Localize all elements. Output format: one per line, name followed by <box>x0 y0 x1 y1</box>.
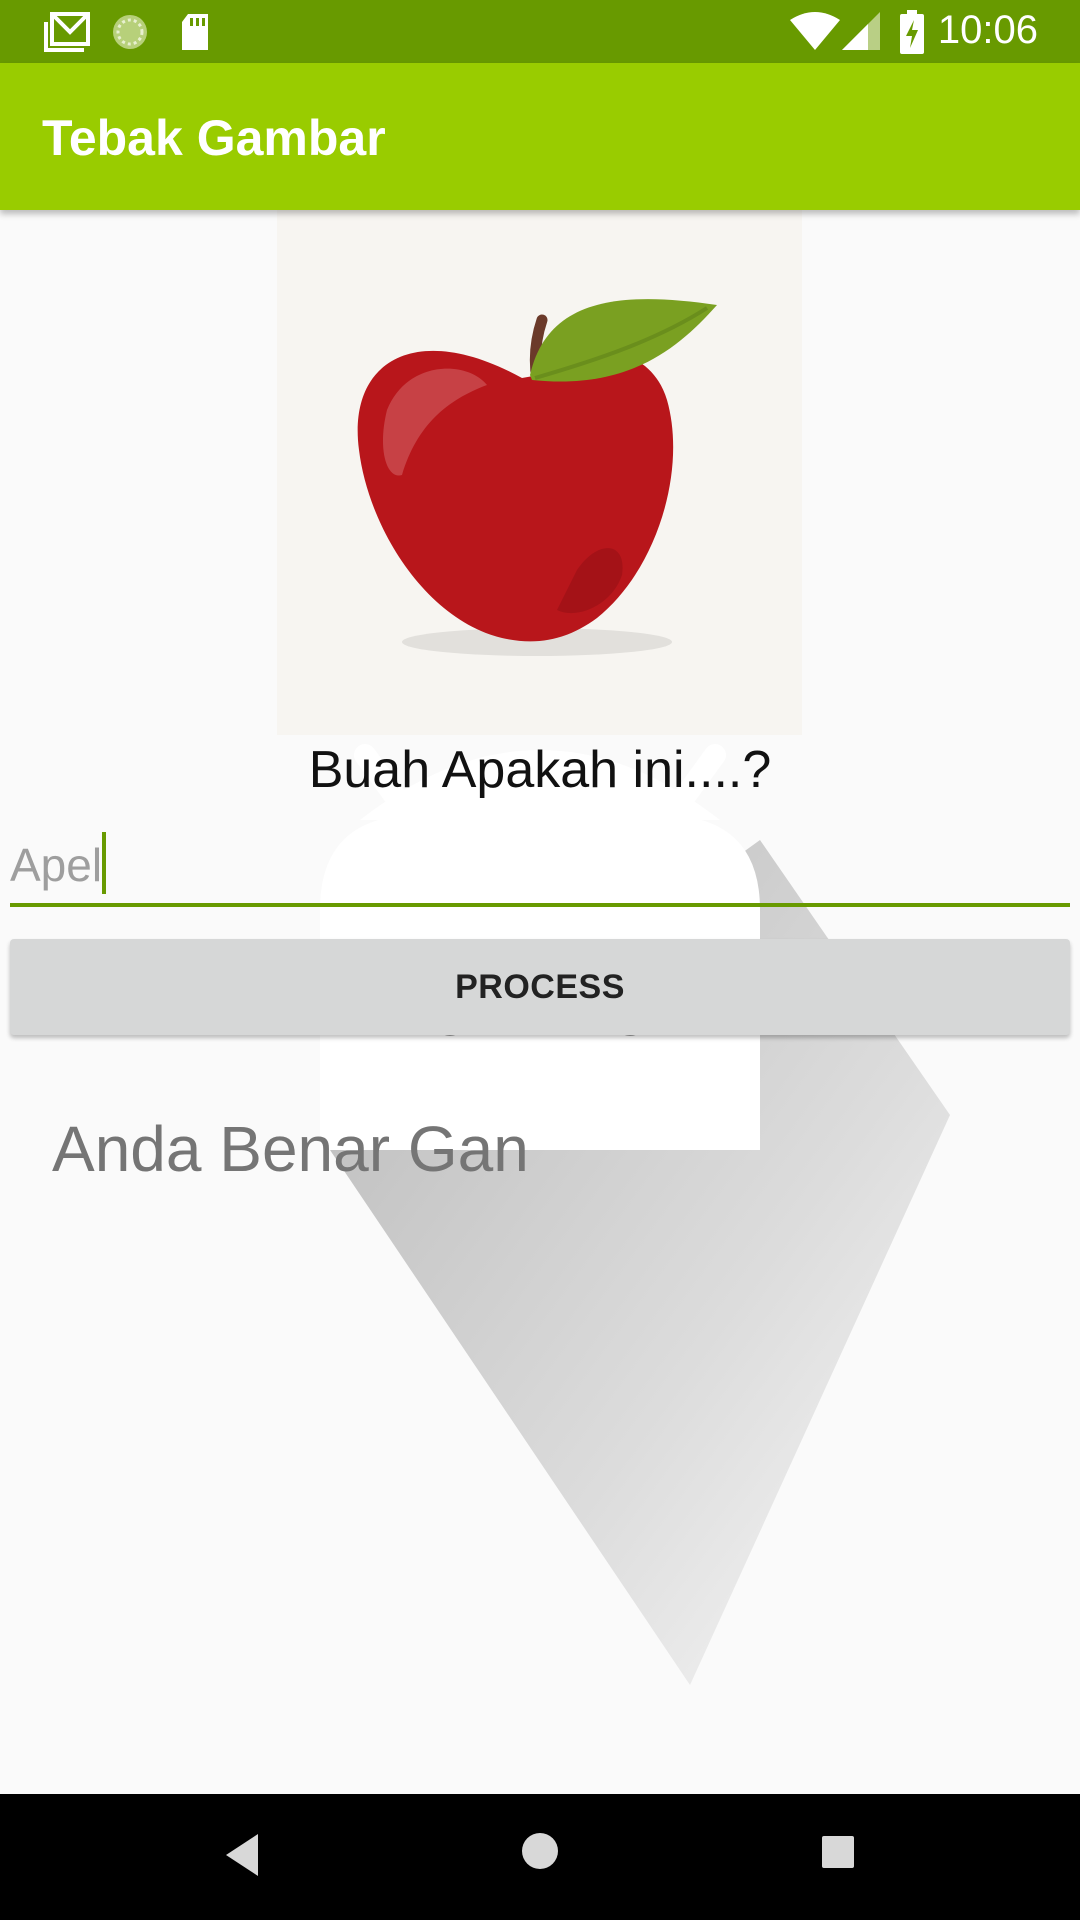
screen: 10:06 Tebak Gambar Buah Apakah ini....? … <box>0 0 1080 1920</box>
home-icon[interactable] <box>520 1831 560 1871</box>
text-cursor <box>102 832 106 894</box>
app-title: Tebak Gambar <box>42 110 386 166</box>
navigation-bar <box>0 1794 1080 1920</box>
apple-icon <box>357 299 717 656</box>
answer-input-value: Apel <box>10 839 103 891</box>
recents-icon[interactable] <box>820 1834 856 1870</box>
gmail-icon <box>44 12 90 52</box>
battery-charging-icon <box>900 10 924 54</box>
status-time: 10:06 <box>937 8 1038 52</box>
question-label: Buah Apakah ini....? <box>308 741 772 799</box>
sd-card-icon <box>182 14 208 50</box>
back-icon[interactable] <box>222 1830 262 1880</box>
status-bar: 10:06 <box>0 0 1080 63</box>
sync-icon <box>113 15 147 49</box>
signal-icon <box>842 12 880 50</box>
answer-input[interactable] <box>10 825 1070 907</box>
result-text: Anda Benar Gan <box>52 1113 529 1185</box>
wifi-icon <box>790 12 840 50</box>
apple-image <box>277 210 802 735</box>
app-bar: Tebak Gambar <box>0 63 1080 210</box>
process-button[interactable]: PROCESS <box>10 939 1070 1035</box>
